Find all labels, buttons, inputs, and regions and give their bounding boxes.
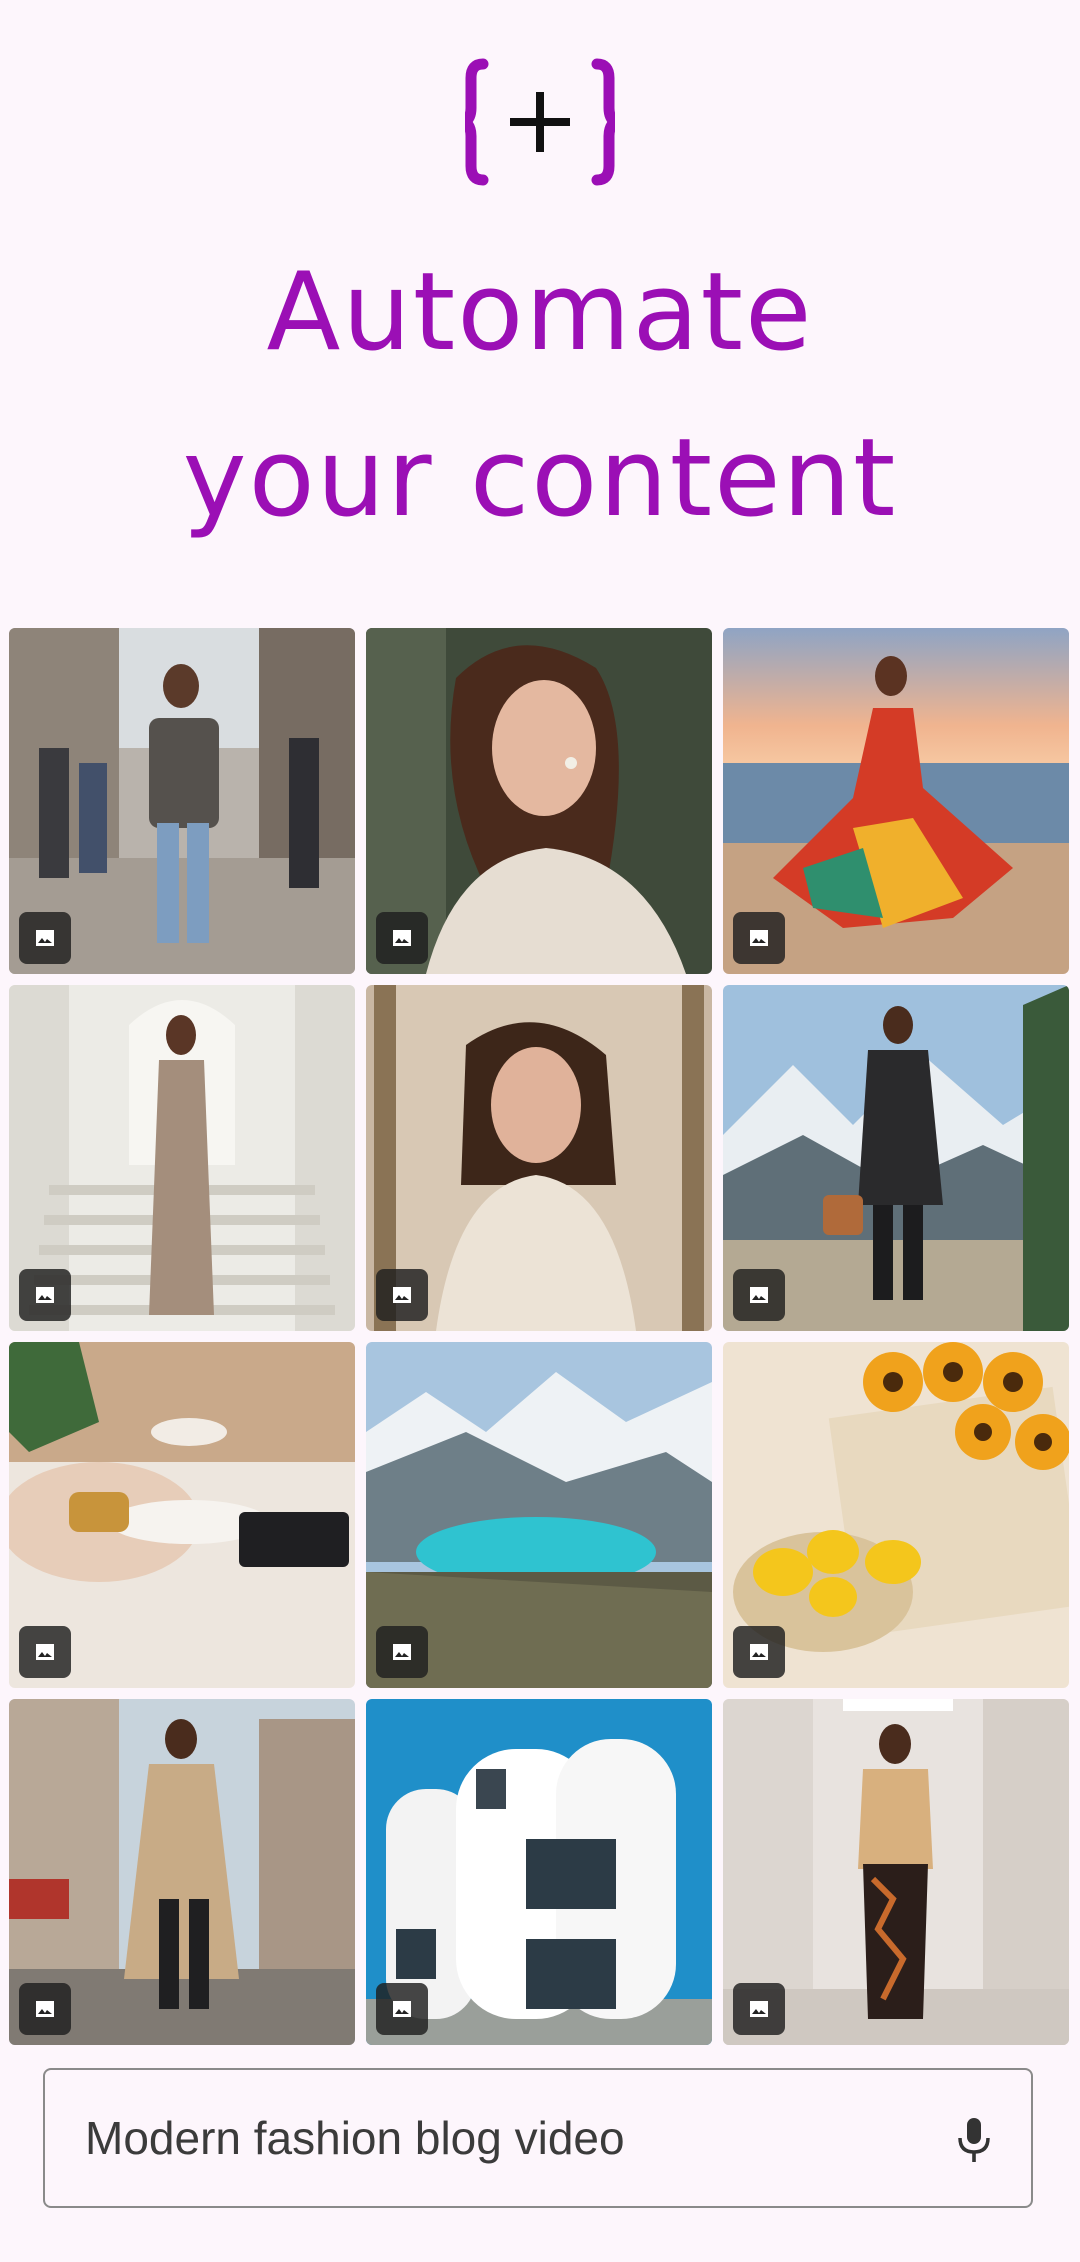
image-icon [733, 1983, 785, 2035]
headline: Automate your content [0, 230, 1080, 562]
gallery-tile-lake[interactable] [366, 1342, 712, 1688]
gallery-tile-street-style[interactable] [9, 628, 355, 974]
headline-line-2: your content [182, 416, 898, 541]
gallery-tile-beach-sunset[interactable] [723, 628, 1069, 974]
gallery-tile-white-building[interactable] [366, 1699, 712, 2045]
microphone-icon[interactable] [957, 2116, 991, 2164]
image-icon [733, 1626, 785, 1678]
image-icon [733, 1269, 785, 1321]
image-icon [733, 912, 785, 964]
logo [0, 52, 1080, 192]
gallery-tile-mountains[interactable] [723, 985, 1069, 1331]
bracket-plus-icon [465, 58, 615, 186]
headline-line-1: Automate [266, 250, 814, 375]
gallery-tile-portrait[interactable] [366, 628, 712, 974]
prompt-search-box[interactable] [43, 2068, 1033, 2208]
gallery-tile-old-town[interactable] [9, 1699, 355, 2045]
image-icon [19, 1269, 71, 1321]
image-icon [19, 912, 71, 964]
prompt-input[interactable] [83, 2087, 907, 2189]
image-icon [376, 1626, 428, 1678]
gallery-tile-sunflowers[interactable] [723, 1342, 1069, 1688]
image-icon [19, 1626, 71, 1678]
gallery-tile-coffee[interactable] [9, 1342, 355, 1688]
image-icon [376, 1983, 428, 2035]
image-icon [19, 1983, 71, 2035]
image-gallery [9, 628, 1071, 2045]
image-icon [376, 912, 428, 964]
gallery-tile-staircase[interactable] [9, 985, 355, 1331]
image-icon [376, 1269, 428, 1321]
gallery-tile-mirror[interactable] [366, 985, 712, 1331]
gallery-tile-fitting-room[interactable] [723, 1699, 1069, 2045]
